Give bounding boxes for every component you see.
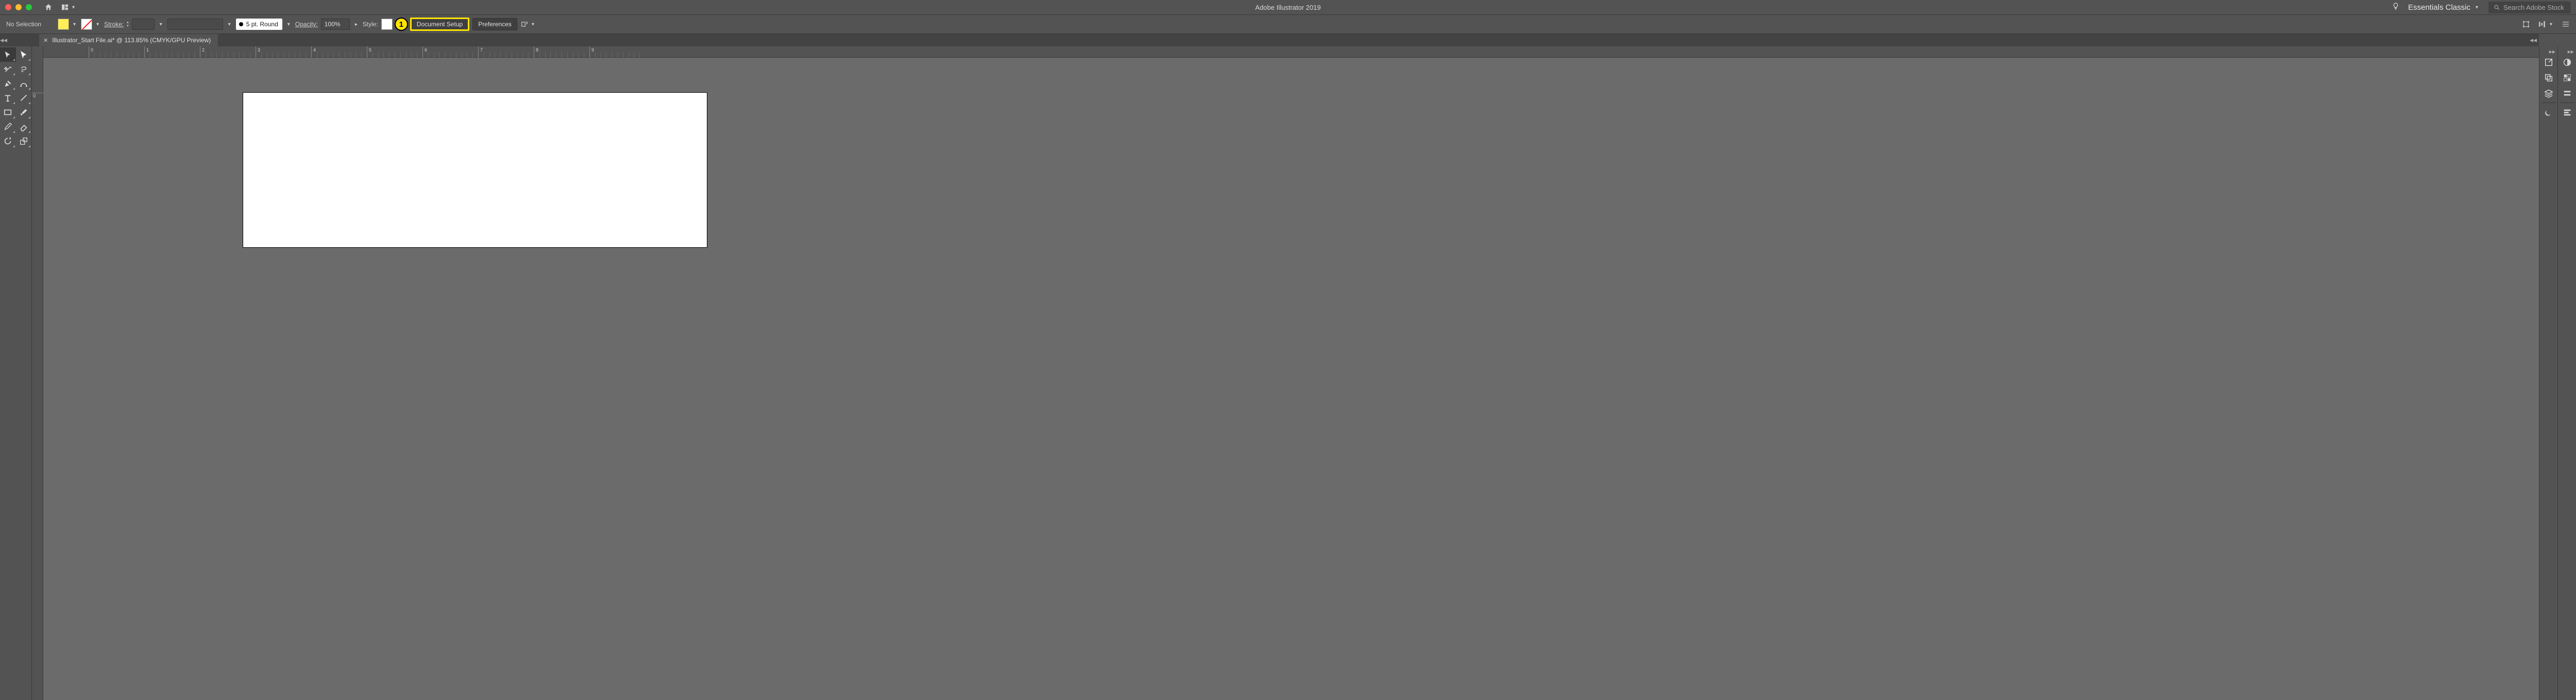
home-icon[interactable]	[44, 3, 53, 11]
chevron-down-icon[interactable]: ▾	[285, 22, 292, 27]
document-tab[interactable]: ✕ Illustrator_Start File.ai* @ 113.85% (…	[39, 34, 218, 46]
chevron-down-icon: ▾	[2473, 5, 2480, 10]
zoom-window-button[interactable]	[26, 4, 32, 10]
ruler-horizontal[interactable]: 0 1 2 3 4 5 6 7 8 9	[43, 46, 2539, 58]
collapse-strip-arrow[interactable]: ▶▶	[2539, 48, 2557, 55]
opacity-panel-link[interactable]: Opacity:	[295, 21, 318, 28]
document-tab-strip: ◀◀ ✕ Illustrator_Start File.ai* @ 113.85…	[0, 34, 2576, 46]
lasso-tool[interactable]	[16, 62, 32, 76]
line-segment-tool[interactable]	[16, 91, 32, 105]
window-controls	[5, 4, 32, 10]
style-label: Style:	[363, 21, 378, 28]
collapse-panels-arrow[interactable]: ◀◀	[2530, 34, 2537, 46]
scale-tool[interactable]	[16, 134, 32, 148]
arrange-documents-button[interactable]: ▾	[61, 3, 77, 11]
workspace-label: Essentials Classic	[2408, 3, 2470, 12]
color-icon[interactable]	[2558, 55, 2576, 70]
main-area: 0 1 2 3 4 5 6 7 8 9 0 ▶▶ ▶▶	[0, 46, 2576, 700]
ruler-tick: 3	[256, 46, 260, 58]
variable-width-profile-field[interactable]	[167, 19, 223, 30]
pen-tool[interactable]	[0, 76, 16, 91]
search-icon	[2494, 4, 2500, 11]
swatches-icon[interactable]	[2558, 70, 2576, 86]
opacity-field[interactable]: 100%	[321, 19, 350, 30]
control-bar: No Selection ▾ ▾ Stroke: ▴▾ ▾ ▾ 5 pt. Ro…	[0, 14, 2576, 34]
close-tab-icon[interactable]: ✕	[43, 37, 48, 44]
stroke-panel-link[interactable]: Stroke:	[104, 21, 124, 28]
curvature-tool[interactable]	[16, 76, 32, 91]
paintbrush-tool[interactable]	[16, 105, 32, 119]
ruler-tick: 9	[589, 46, 594, 58]
type-tool[interactable]	[0, 91, 16, 105]
graphic-style-swatch[interactable]	[381, 19, 393, 30]
eraser-tool[interactable]	[16, 119, 32, 134]
direct-selection-tool[interactable]	[16, 47, 32, 62]
pencil-tool[interactable]	[0, 119, 16, 134]
align-to-button[interactable]: ▾	[520, 20, 536, 28]
search-adobe-stock[interactable]: Search Adobe Stock	[2488, 2, 2571, 13]
brush-definition-field[interactable]: 5 pt. Round	[236, 19, 282, 30]
right-panels-dock: ▶▶ ▶▶	[2539, 46, 2576, 700]
panel-strip-a: ▶▶	[2539, 46, 2557, 700]
chevron-down-icon: ▾	[94, 22, 101, 27]
chevron-down-icon[interactable]: ▾	[226, 22, 233, 27]
annotation-badge-1: 1	[395, 18, 408, 31]
align-panel-icon[interactable]: ▾	[2537, 20, 2554, 28]
minimize-window-button[interactable]	[15, 4, 22, 10]
canvas-area[interactable]: 0 1 2 3 4 5 6 7 8 9 0	[32, 46, 2539, 700]
chevron-right-icon[interactable]: ▾	[353, 21, 359, 27]
selection-tool[interactable]	[0, 47, 16, 62]
discover-icon[interactable]	[2392, 2, 2400, 13]
document-tab-label: Illustrator_Start File.ai* @ 113.85% (CM…	[52, 37, 211, 44]
magic-wand-tool[interactable]	[0, 62, 16, 76]
ruler-tick: 6	[422, 46, 427, 58]
ruler-tick: 1	[144, 46, 149, 58]
workspace-switcher[interactable]: Essentials Classic ▾	[2408, 3, 2480, 12]
ruler-tick: 2	[200, 46, 205, 58]
ruler-vertical[interactable]: 0	[32, 46, 43, 700]
chevron-down-icon: ▾	[2548, 22, 2554, 27]
search-placeholder: Search Adobe Stock	[2503, 4, 2564, 11]
chevron-down-icon: ▾	[70, 5, 77, 10]
layers-icon[interactable]	[2540, 86, 2557, 101]
selection-indicator: No Selection	[6, 21, 41, 28]
rotate-tool[interactable]	[0, 134, 16, 148]
collapse-tools-arrow[interactable]: ◀◀	[0, 34, 7, 46]
ruler-tick: 4	[311, 46, 316, 58]
stroke-weight-stepper[interactable]: ▴▾	[127, 19, 129, 30]
stroke-swatch[interactable]	[81, 19, 92, 30]
preferences-button[interactable]: Preferences	[472, 18, 517, 30]
brush-preview-icon	[239, 22, 243, 26]
ruler-tick: 8	[534, 46, 538, 58]
control-bar-menu-icon[interactable]	[2562, 20, 2570, 28]
close-window-button[interactable]	[5, 4, 11, 10]
artboards-icon[interactable]	[2540, 70, 2557, 86]
chevron-down-icon: ▾	[530, 22, 536, 27]
chevron-down-icon[interactable]: ▾	[158, 22, 164, 27]
ruler-tick: 5	[367, 46, 371, 58]
collapse-strip-arrow[interactable]: ▶▶	[2558, 48, 2576, 55]
ruler-tick: 0	[89, 46, 93, 58]
ruler-tick: 0	[32, 93, 43, 98]
title-bar: ▾ Adobe Illustrator 2019 Essentials Clas…	[0, 0, 2576, 14]
panel-strip-b: ▶▶	[2557, 46, 2576, 700]
fill-swatch[interactable]	[58, 19, 69, 30]
chevron-down-icon: ▾	[71, 22, 78, 27]
brush-definition-label: 5 pt. Round	[246, 21, 278, 28]
properties-icon[interactable]	[2558, 105, 2576, 120]
fill-swatch-control[interactable]: ▾	[58, 19, 78, 30]
app-title: Adobe Illustrator 2019	[1255, 4, 1320, 11]
transform-panel-icon[interactable]	[2522, 20, 2530, 28]
stroke-swatch-control[interactable]: ▾	[81, 19, 101, 30]
export-icon[interactable]	[2540, 55, 2557, 70]
rectangle-tool[interactable]	[0, 105, 16, 119]
stroke-weight-field[interactable]	[132, 19, 155, 30]
artboard[interactable]	[243, 93, 707, 247]
stroke-icon[interactable]	[2558, 86, 2576, 101]
document-setup-button[interactable]: Document Setup	[410, 18, 469, 31]
ruler-tick: 7	[478, 46, 483, 58]
cc-libraries-icon[interactable]	[2540, 105, 2557, 120]
tools-panel	[0, 46, 32, 700]
